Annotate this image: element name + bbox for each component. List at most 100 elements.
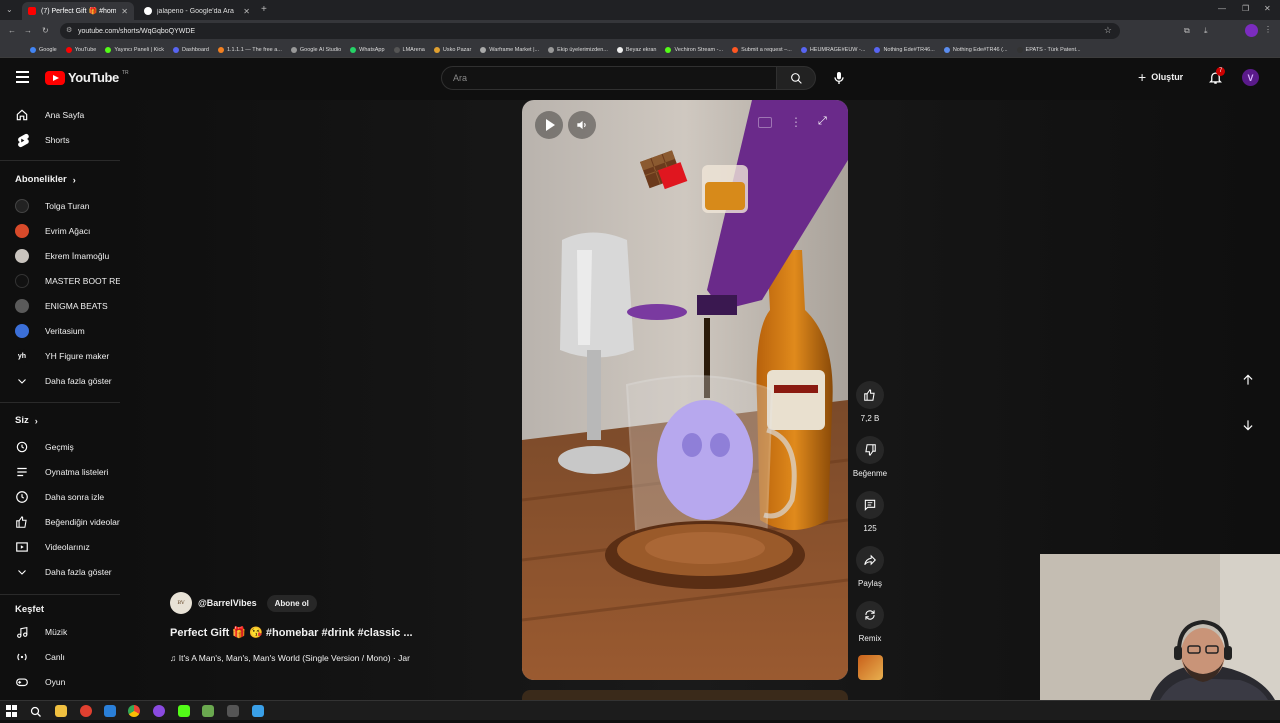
dislike-label: Beğenme	[852, 469, 888, 478]
channel-avatar[interactable]: BV	[170, 592, 192, 614]
bookmark-item[interactable]: Dashboard	[173, 46, 209, 53]
chevron-right-icon: ›	[34, 415, 38, 426]
url-bar[interactable]: ⚙ youtube.com/shorts/WqGqboQYWDE ☆	[60, 23, 1120, 39]
history-icon	[14, 439, 30, 455]
app-icon[interactable]	[104, 705, 116, 717]
bookmark-item[interactable]: Usko Pazar	[433, 46, 471, 53]
music-note-icon	[14, 624, 30, 640]
tab-google-search[interactable]: jalapeno - Google'da Ara ✕	[138, 2, 256, 20]
extensions-icon[interactable]: ⧉	[1184, 26, 1190, 36]
youtube-logo[interactable]: YouTube TR	[45, 70, 129, 85]
bookmark-item[interactable]: Yayıncı Paneli | Kick	[105, 46, 164, 53]
create-button[interactable]: + Oluştur	[1138, 69, 1183, 85]
plus-icon: +	[1138, 69, 1147, 85]
app-icon[interactable]	[252, 705, 264, 717]
bookmark-item[interactable]: Submit a request –...	[732, 46, 792, 53]
fullscreen-icon[interactable]: ⤢	[818, 115, 827, 128]
forward-icon[interactable]: →	[24, 26, 32, 35]
downloads-icon[interactable]: ⤓	[1204, 26, 1208, 36]
shorts-video-player[interactable]: ⋮ ⤢	[522, 100, 848, 680]
you-section-header[interactable]: Siz ›	[15, 415, 38, 426]
subscriptions-header[interactable]: Abonelikler ›	[15, 174, 76, 185]
explore-section-header: Keşfet	[15, 604, 45, 615]
bookmark-item[interactable]: EPATS - Türk Patent...	[1016, 46, 1081, 53]
app-icon[interactable]	[202, 705, 214, 717]
channel-avatar	[14, 248, 30, 264]
dislike-button[interactable]	[856, 436, 884, 464]
bookmark-item[interactable]: Beyaz ekran	[616, 46, 656, 53]
bookmark-star-icon[interactable]: ☆	[1104, 25, 1112, 36]
start-menu-icon[interactable]	[6, 705, 18, 717]
bookmark-item[interactable]: LMArena	[393, 46, 425, 53]
create-label: Oluştur	[1151, 72, 1184, 82]
bookmark-item[interactable]: Ekip üyelerimizden...	[548, 46, 608, 53]
video-frame	[522, 100, 848, 680]
tab-search-icon[interactable]: ⌄	[6, 5, 13, 14]
close-tab-icon[interactable]: ✕	[243, 7, 250, 16]
music-credit[interactable]: ♫ It's A Man's, Man's, Man's World (Sing…	[170, 653, 410, 663]
menu-kebab-icon[interactable]: ⋮	[1264, 25, 1272, 34]
search-input[interactable]: Ara	[441, 66, 777, 90]
site-info-icon[interactable]: ⚙	[66, 26, 72, 34]
close-tab-icon[interactable]: ✕	[121, 7, 128, 16]
new-tab-icon[interactable]: +	[261, 4, 267, 15]
tab-youtube[interactable]: (7) Perfect Gift 🎁 #homebar ✕	[22, 2, 134, 20]
bookmark-item[interactable]: Nothing Ede#TR46...	[874, 46, 935, 53]
captions-icon[interactable]	[758, 117, 772, 128]
channel-avatar	[14, 273, 30, 289]
app-icon[interactable]	[153, 705, 165, 717]
bookmark-item[interactable]: Warframe Market |...	[480, 46, 539, 53]
bookmark-item[interactable]: Vechiron Stream -...	[665, 46, 723, 53]
live-broadcast-icon	[14, 649, 30, 665]
maximize-icon[interactable]: ❐	[1242, 4, 1249, 13]
channel-handle[interactable]: @BarrelVibes	[198, 598, 257, 608]
reload-icon[interactable]: ↻	[42, 26, 49, 35]
webcam-overlay	[1040, 554, 1280, 700]
search-icon	[790, 72, 802, 84]
app-icon[interactable]	[80, 705, 92, 717]
chrome-taskbar-icon[interactable]	[128, 705, 140, 717]
bookmark-item[interactable]: WhatsApp	[350, 46, 385, 53]
subscribe-button[interactable]: Abone ol	[266, 594, 317, 612]
app-icon[interactable]	[227, 705, 239, 717]
play-button[interactable]	[535, 111, 563, 139]
previous-short-button[interactable]	[1238, 370, 1258, 390]
profile-avatar[interactable]	[1245, 24, 1258, 37]
like-count: 7,2 B	[860, 414, 880, 423]
url-text: youtube.com/shorts/WqGqboQYWDE	[78, 27, 196, 35]
bookmark-item[interactable]: Nothing Ede#TR46 (...	[943, 46, 1008, 53]
bookmark-item[interactable]: YouTube	[65, 46, 96, 53]
taskbar-search-icon[interactable]	[30, 705, 42, 717]
voice-search-button[interactable]	[831, 70, 847, 86]
sound-thumbnail[interactable]	[858, 655, 883, 680]
shorts-icon	[14, 132, 30, 148]
remix-button[interactable]	[856, 601, 884, 629]
logo-text: YouTube	[68, 70, 119, 85]
notifications-button[interactable]: 7	[1208, 67, 1226, 86]
comments-button[interactable]	[856, 491, 884, 519]
close-window-icon[interactable]: ✕	[1264, 4, 1271, 13]
bookmarks-bar: Google YouTube Yayıncı Paneli | Kick Das…	[0, 42, 1280, 58]
next-short-button[interactable]	[1238, 415, 1258, 435]
search-button[interactable]	[776, 66, 816, 90]
like-button[interactable]	[856, 381, 884, 409]
more-options-icon[interactable]: ⋮	[790, 115, 802, 129]
file-explorer-icon[interactable]	[55, 705, 67, 717]
bookmark-item[interactable]: 1.1.1.1 — The free a...	[217, 46, 282, 53]
mute-button[interactable]	[568, 111, 596, 139]
account-avatar[interactable]: V	[1242, 69, 1259, 86]
bookmark-item[interactable]: Google	[30, 46, 57, 53]
share-button[interactable]	[856, 546, 884, 574]
bookmark-item[interactable]: HEUMRAGE#EUW -...	[800, 46, 865, 53]
bookmark-item[interactable]: Google AI Studio	[290, 46, 341, 53]
microphone-icon	[834, 72, 844, 84]
gamepad-icon	[14, 674, 30, 690]
playlist-icon	[14, 464, 30, 480]
back-icon[interactable]: ←	[8, 26, 16, 35]
minimize-icon[interactable]: —	[1218, 4, 1226, 13]
youtube-header: YouTube TR Ara + Oluştur 7 V	[0, 58, 1280, 98]
app-icon[interactable]	[178, 705, 190, 717]
hamburger-menu-icon[interactable]	[16, 71, 29, 83]
browser-toolbar: ← → ↻ ⚙ youtube.com/shorts/WqGqboQYWDE ☆…	[0, 20, 1280, 42]
short-title[interactable]: Perfect Gift 🎁 😘 #homebar #drink #classi…	[170, 626, 413, 639]
